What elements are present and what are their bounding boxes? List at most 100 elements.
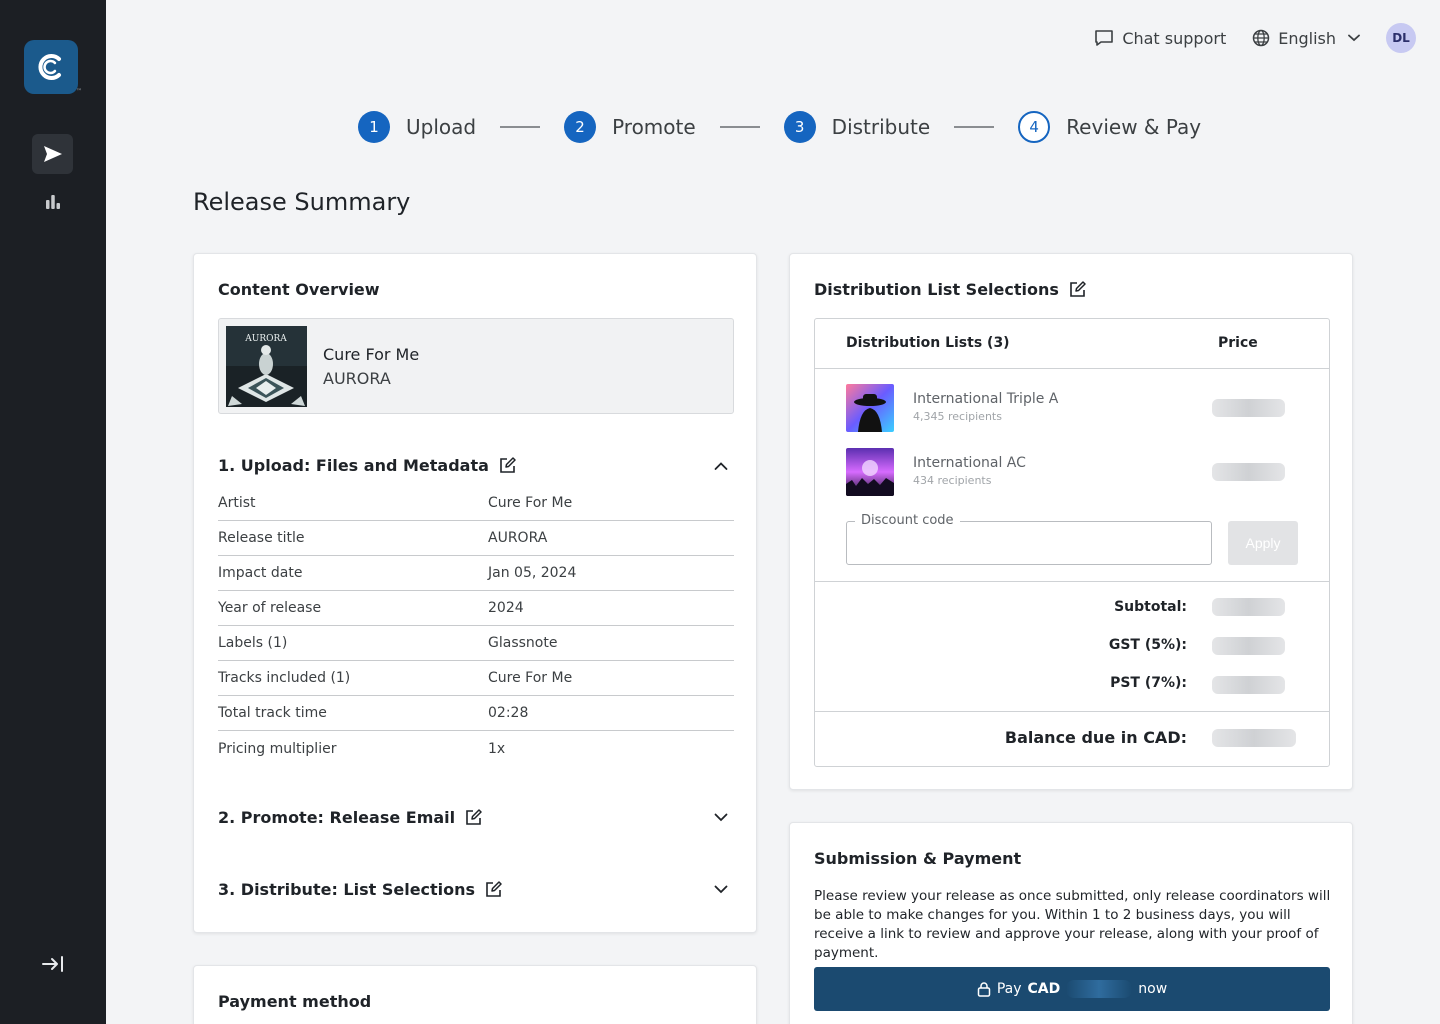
send-icon <box>43 146 62 162</box>
release-title: Cure For Me <box>323 345 420 364</box>
balance-placeholder <box>1212 729 1296 747</box>
brand-logo-icon <box>38 54 61 80</box>
metadata-value: 1x <box>488 740 506 757</box>
metadata-row: Total track time 02:28 <box>218 696 734 731</box>
step-connector <box>500 126 541 128</box>
metadata-value: 02:28 <box>488 705 529 721</box>
user-avatar[interactable]: DL <box>1386 23 1416 53</box>
edit-icon[interactable] <box>1069 281 1086 298</box>
metadata-row: Artist Cure For Me <box>218 486 734 521</box>
metadata-value: 2024 <box>488 600 524 616</box>
metadata-key: Labels (1) <box>218 635 288 651</box>
pst-label: PST (7%): <box>1110 675 1187 691</box>
sidebar-expand-button[interactable] <box>40 952 66 976</box>
pay-amount-placeholder <box>1066 980 1133 998</box>
page-title: Release Summary <box>193 188 411 216</box>
distribution-list-item: International AC 434 recipients <box>846 448 1306 496</box>
gst-label: GST (5%): <box>1108 637 1187 653</box>
release-preview: AURORA Cure For Me AURORA <box>218 318 734 414</box>
top-bar: Chat support English DL <box>1094 23 1416 53</box>
edit-icon[interactable] <box>499 457 516 474</box>
apply-discount-button[interactable]: Apply <box>1228 521 1298 565</box>
metadata-value: Cure For Me <box>488 495 573 511</box>
pst-placeholder <box>1212 676 1285 694</box>
distribution-table: Distribution Lists (3) Price Internation… <box>814 318 1330 767</box>
step-promote[interactable]: 2 Promote <box>564 111 696 143</box>
step-label: Distribute <box>831 115 931 139</box>
content-overview-card: Content Overview AURORA Cure For Me AURO… <box>193 253 757 933</box>
brand-logo[interactable] <box>24 40 78 94</box>
step-upload[interactable]: 1 Upload <box>358 111 476 143</box>
distribute-section-header[interactable]: 3. Distribute: List Selections <box>218 880 502 899</box>
language-label: English <box>1278 28 1336 48</box>
step-connector <box>954 126 995 128</box>
metadata-key: Artist <box>218 495 256 511</box>
submission-title: Submission & Payment <box>814 849 1022 868</box>
nav-analytics-button[interactable] <box>32 182 73 222</box>
list-recipients: 4,345 recipients <box>913 410 1002 423</box>
metadata-row: Impact date Jan 05, 2024 <box>218 556 734 591</box>
metadata-key: Release title <box>218 530 305 546</box>
metadata-row: Labels (1) Glassnote <box>218 626 734 661</box>
chat-icon <box>1095 30 1114 46</box>
payment-method-title: Payment method <box>218 992 372 1011</box>
metadata-value: Glassnote <box>488 635 558 651</box>
subtotal-placeholder <box>1212 598 1285 616</box>
promote-section-header[interactable]: 2. Promote: Release Email <box>218 808 482 827</box>
metadata-value: AURORA <box>488 530 548 546</box>
release-artist: AURORA <box>323 369 391 388</box>
upload-section-header[interactable]: 1. Upload: Files and Metadata <box>218 456 516 475</box>
edit-icon[interactable] <box>465 809 482 826</box>
step-number: 1 <box>358 111 390 143</box>
expand-arrow-icon <box>42 956 63 972</box>
distribution-title: Distribution List Selections <box>814 280 1059 299</box>
price-placeholder <box>1212 463 1285 481</box>
metadata-key: Pricing multiplier <box>218 740 337 757</box>
distribute-section-title: 3. Distribute: List Selections <box>218 880 476 899</box>
chevron-down-icon <box>1348 34 1360 42</box>
chevron-down-icon[interactable] <box>714 810 728 824</box>
globe-icon <box>1252 29 1270 47</box>
promote-section-title: 2. Promote: Release Email <box>218 808 456 827</box>
metadata-row: Year of release 2024 <box>218 591 734 626</box>
distribution-header: Distribution List Selections <box>814 280 1086 299</box>
metadata-key: Tracks included (1) <box>218 670 351 686</box>
metadata-value: Jan 05, 2024 <box>488 565 577 581</box>
chevron-up-icon[interactable] <box>714 459 728 473</box>
distribution-table-header: Distribution Lists (3) Price <box>815 319 1329 369</box>
metadata-key: Impact date <box>218 565 303 581</box>
list-thumbnail-image <box>846 384 894 432</box>
step-distribute[interactable]: 3 Distribute <box>783 111 931 143</box>
submission-description: Please review your release as once submi… <box>814 888 1331 961</box>
chat-support-label: Chat support <box>1122 28 1227 48</box>
gst-placeholder <box>1212 637 1285 655</box>
step-review-pay[interactable]: 4 Review & Pay <box>1018 111 1201 143</box>
content-overview-title: Content Overview <box>218 280 380 299</box>
edit-icon[interactable] <box>485 881 502 898</box>
step-number: 4 <box>1018 111 1051 143</box>
chat-support-button[interactable]: Chat support <box>1094 29 1226 48</box>
step-connector <box>719 126 760 128</box>
lock-icon <box>977 982 991 997</box>
step-label: Promote <box>612 115 696 139</box>
distribution-list-item: International Triple A 4,345 recipients <box>846 384 1306 432</box>
column-header-lists: Distribution Lists (3) <box>846 335 1010 351</box>
submission-card: Submission & Payment Please review your … <box>789 822 1353 1024</box>
pay-button[interactable]: Pay CAD now <box>814 967 1330 1011</box>
metadata-table: Artist Cure For Me Release title AURORA Im… <box>218 486 734 766</box>
divider <box>815 711 1329 712</box>
step-number: 2 <box>564 111 597 143</box>
upload-section-title: 1. Upload: Files and Metadata <box>218 456 489 475</box>
discount-code-field[interactable]: Discount code <box>846 513 1212 565</box>
trademark-mark: ™ <box>76 88 82 95</box>
column-header-price: Price <box>1218 335 1258 351</box>
progress-stepper: 1 Upload 2 Promote 3 Distribute 4 Review… <box>358 111 1201 143</box>
divider <box>815 581 1329 582</box>
pay-currency: CAD <box>1027 981 1061 997</box>
distribution-card: Distribution List Selections Distributio… <box>789 253 1353 790</box>
subtotal-label: Subtotal: <box>1114 599 1187 615</box>
nav-releases-button[interactable] <box>32 134 73 174</box>
chevron-down-icon[interactable] <box>714 882 728 896</box>
language-selector[interactable]: English <box>1252 29 1360 48</box>
step-number: 3 <box>783 111 816 143</box>
